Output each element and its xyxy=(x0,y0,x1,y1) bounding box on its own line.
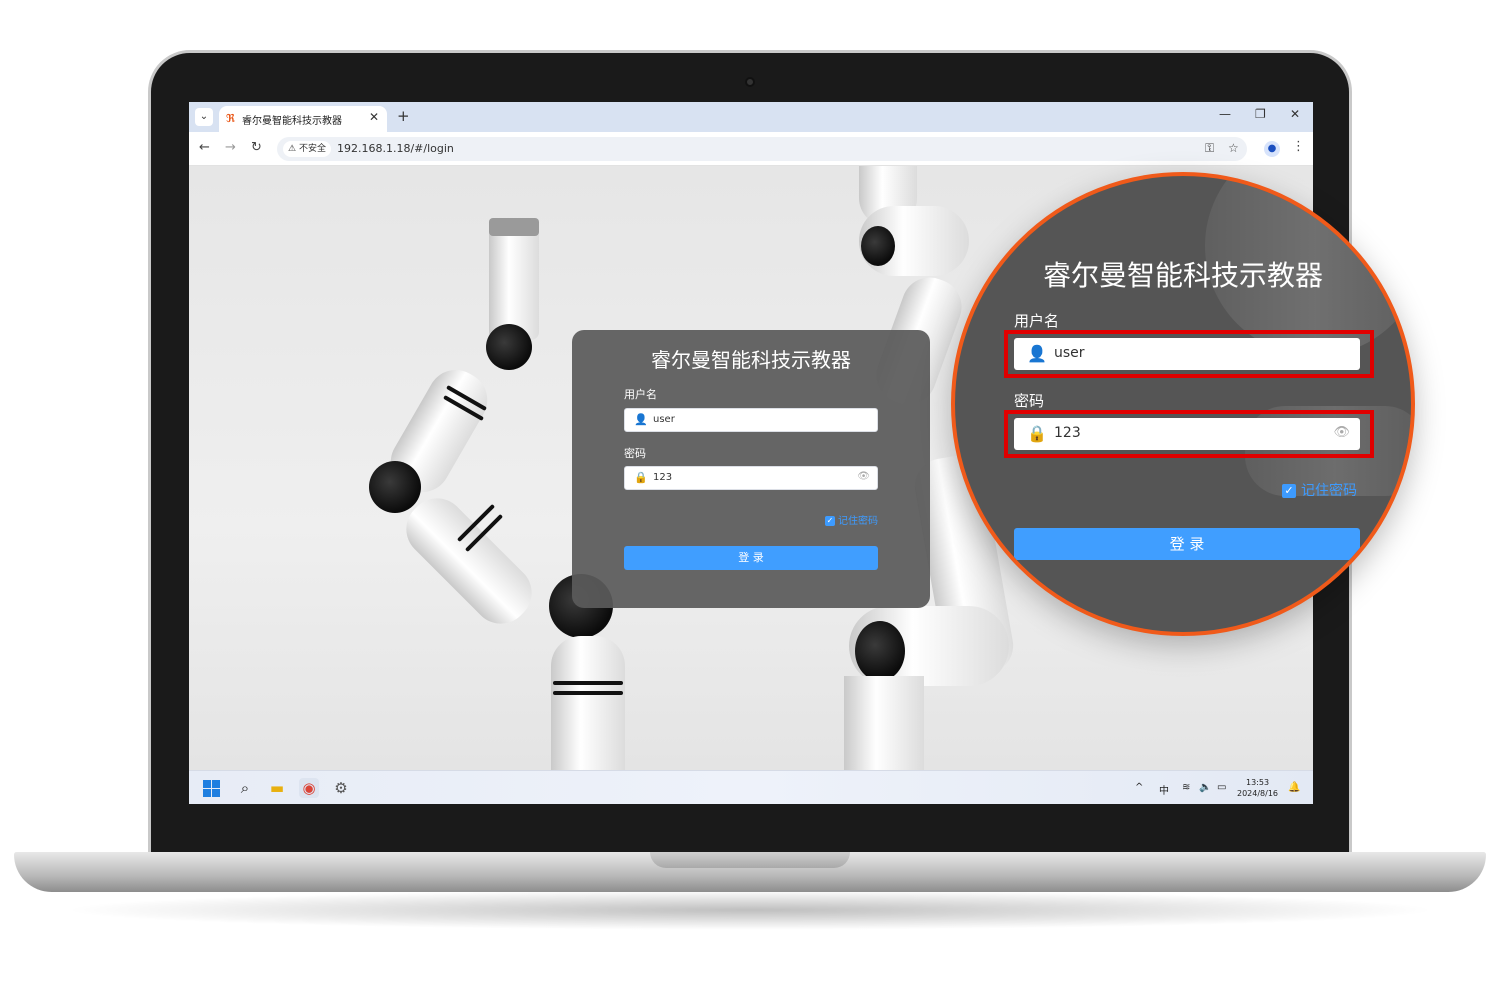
webcam-icon xyxy=(745,77,755,87)
back-button[interactable]: ← xyxy=(199,140,210,155)
forward-button[interactable]: → xyxy=(225,140,236,155)
robot-joint xyxy=(486,324,532,370)
username-highlight-box xyxy=(1004,330,1374,378)
robot-base xyxy=(551,636,625,770)
security-label: 不安全 xyxy=(298,144,326,154)
robot-stripe xyxy=(553,691,623,695)
magnified-password-label: 密码 xyxy=(1014,392,1045,410)
magnified-username-label: 用户名 xyxy=(1014,312,1060,330)
star-icon[interactable]: ☆ xyxy=(1228,141,1239,155)
checkbox-checked-icon[interactable]: ✓ xyxy=(825,516,835,526)
notification-bell-icon[interactable]: 🔔 xyxy=(1288,782,1300,793)
login-button[interactable]: 登 录 xyxy=(624,546,878,570)
robot-tool-flange xyxy=(489,218,539,236)
chevron-down-icon[interactable]: ⌄ xyxy=(195,108,213,126)
key-icon[interactable]: ⚿ xyxy=(1205,141,1214,156)
user-icon: 👤 xyxy=(634,413,648,426)
clock-time: 13:53 xyxy=(1245,778,1270,787)
ruiman-logo-icon: ℜ xyxy=(226,112,235,125)
tray-chevron-icon[interactable]: ^ xyxy=(1135,782,1143,793)
tab-title: 睿尔曼智能科技示教器 xyxy=(242,116,342,127)
magnified-remember-label: 记住密码 xyxy=(1301,483,1357,499)
wifi-icon[interactable]: ≋ xyxy=(1182,782,1190,793)
system-clock[interactable]: 13:53 2024/8/16 xyxy=(1237,777,1278,799)
password-value: 123 xyxy=(653,472,673,483)
magnified-login-button: 登 录 xyxy=(1014,528,1360,560)
new-tab-button[interactable]: + xyxy=(397,107,410,125)
remember-password-checkbox[interactable]: ✓ 记住密码 xyxy=(825,512,878,527)
magnified-login-title: 睿尔曼智能科技示教器 xyxy=(1042,259,1323,292)
robot-arm-segment xyxy=(489,220,539,340)
password-highlight-box xyxy=(1004,410,1374,458)
robot-base xyxy=(844,676,924,770)
password-input[interactable]: 🔒 123 👁 xyxy=(624,466,878,490)
tab-bar: ⌄ ℜ 睿尔曼智能科技示教器 ✕ + — ❐ ✕ xyxy=(189,102,1313,132)
robot-joint xyxy=(369,461,421,513)
lock-icon: 🔒 xyxy=(634,471,648,484)
ime-indicator[interactable]: 中 xyxy=(1159,782,1169,797)
magnified-remember-checkbox: ✓ 记住密码 xyxy=(1282,480,1357,500)
address-bar: ← → ↻ ⚠ 不安全 192.168.1.18/#/login ⚿ ☆ ● ⋮ xyxy=(189,132,1313,166)
windows-start-icon[interactable] xyxy=(203,780,220,797)
magnifier-callout: 睿尔曼智能科技示教器 用户名 👤 user 密码 🔒 123 👁 ✓ 记住密码 登… xyxy=(951,172,1415,636)
robot-joint xyxy=(861,226,895,266)
close-tab-icon[interactable]: ✕ xyxy=(369,110,379,124)
password-label: 密码 xyxy=(624,447,646,460)
close-window-button[interactable]: ✕ xyxy=(1290,107,1300,121)
browser-tab[interactable]: ℜ 睿尔曼智能科技示教器 ✕ xyxy=(219,106,387,132)
restore-button[interactable]: ❐ xyxy=(1255,107,1266,121)
settings-app-icon[interactable]: ⚙ xyxy=(331,778,351,798)
login-title: 睿尔曼智能科技示教器 xyxy=(651,348,851,372)
warning-icon: ⚠ xyxy=(288,144,297,154)
username-input[interactable]: 👤 user xyxy=(624,408,878,432)
url-input[interactable]: ⚠ 不安全 192.168.1.18/#/login ⚿ ☆ xyxy=(277,137,1247,161)
chrome-icon[interactable]: ◉ xyxy=(299,778,319,798)
eye-icon[interactable]: 👁 xyxy=(857,471,870,482)
username-label: 用户名 xyxy=(624,388,657,401)
clock-date: 2024/8/16 xyxy=(1237,789,1279,798)
url-text: 192.168.1.18/#/login xyxy=(337,142,454,155)
login-card: 睿尔曼智能科技示教器 用户名 👤 user 密码 🔒 123 👁 ✓ 记住密码 登… xyxy=(572,330,930,608)
volume-icon[interactable]: 🔈 xyxy=(1199,782,1211,793)
robot-joint xyxy=(855,621,905,681)
username-value: user xyxy=(653,414,675,425)
laptop-notch xyxy=(650,852,850,868)
security-chip[interactable]: ⚠ 不安全 xyxy=(283,141,331,157)
file-explorer-icon[interactable]: ▬ xyxy=(267,778,287,798)
reload-button[interactable]: ↻ xyxy=(251,140,262,155)
battery-icon[interactable]: ▭ xyxy=(1217,782,1226,793)
search-icon[interactable]: ⌕ xyxy=(235,778,255,798)
more-menu-icon[interactable]: ⋮ xyxy=(1292,139,1305,154)
taskbar: ⌕ ▬ ◉ ⚙ ^ 中 ≋ 🔈 ▭ 13:53 2024/8/16 🔔 xyxy=(189,770,1313,804)
robot-stripe xyxy=(553,681,623,685)
minimize-button[interactable]: — xyxy=(1219,107,1231,121)
profile-icon[interactable]: ● xyxy=(1264,141,1280,157)
checkbox-checked-icon: ✓ xyxy=(1282,484,1296,498)
laptop-shadow xyxy=(60,890,1440,930)
remember-label: 记住密码 xyxy=(838,516,878,527)
robot-arm-segment xyxy=(394,486,544,636)
